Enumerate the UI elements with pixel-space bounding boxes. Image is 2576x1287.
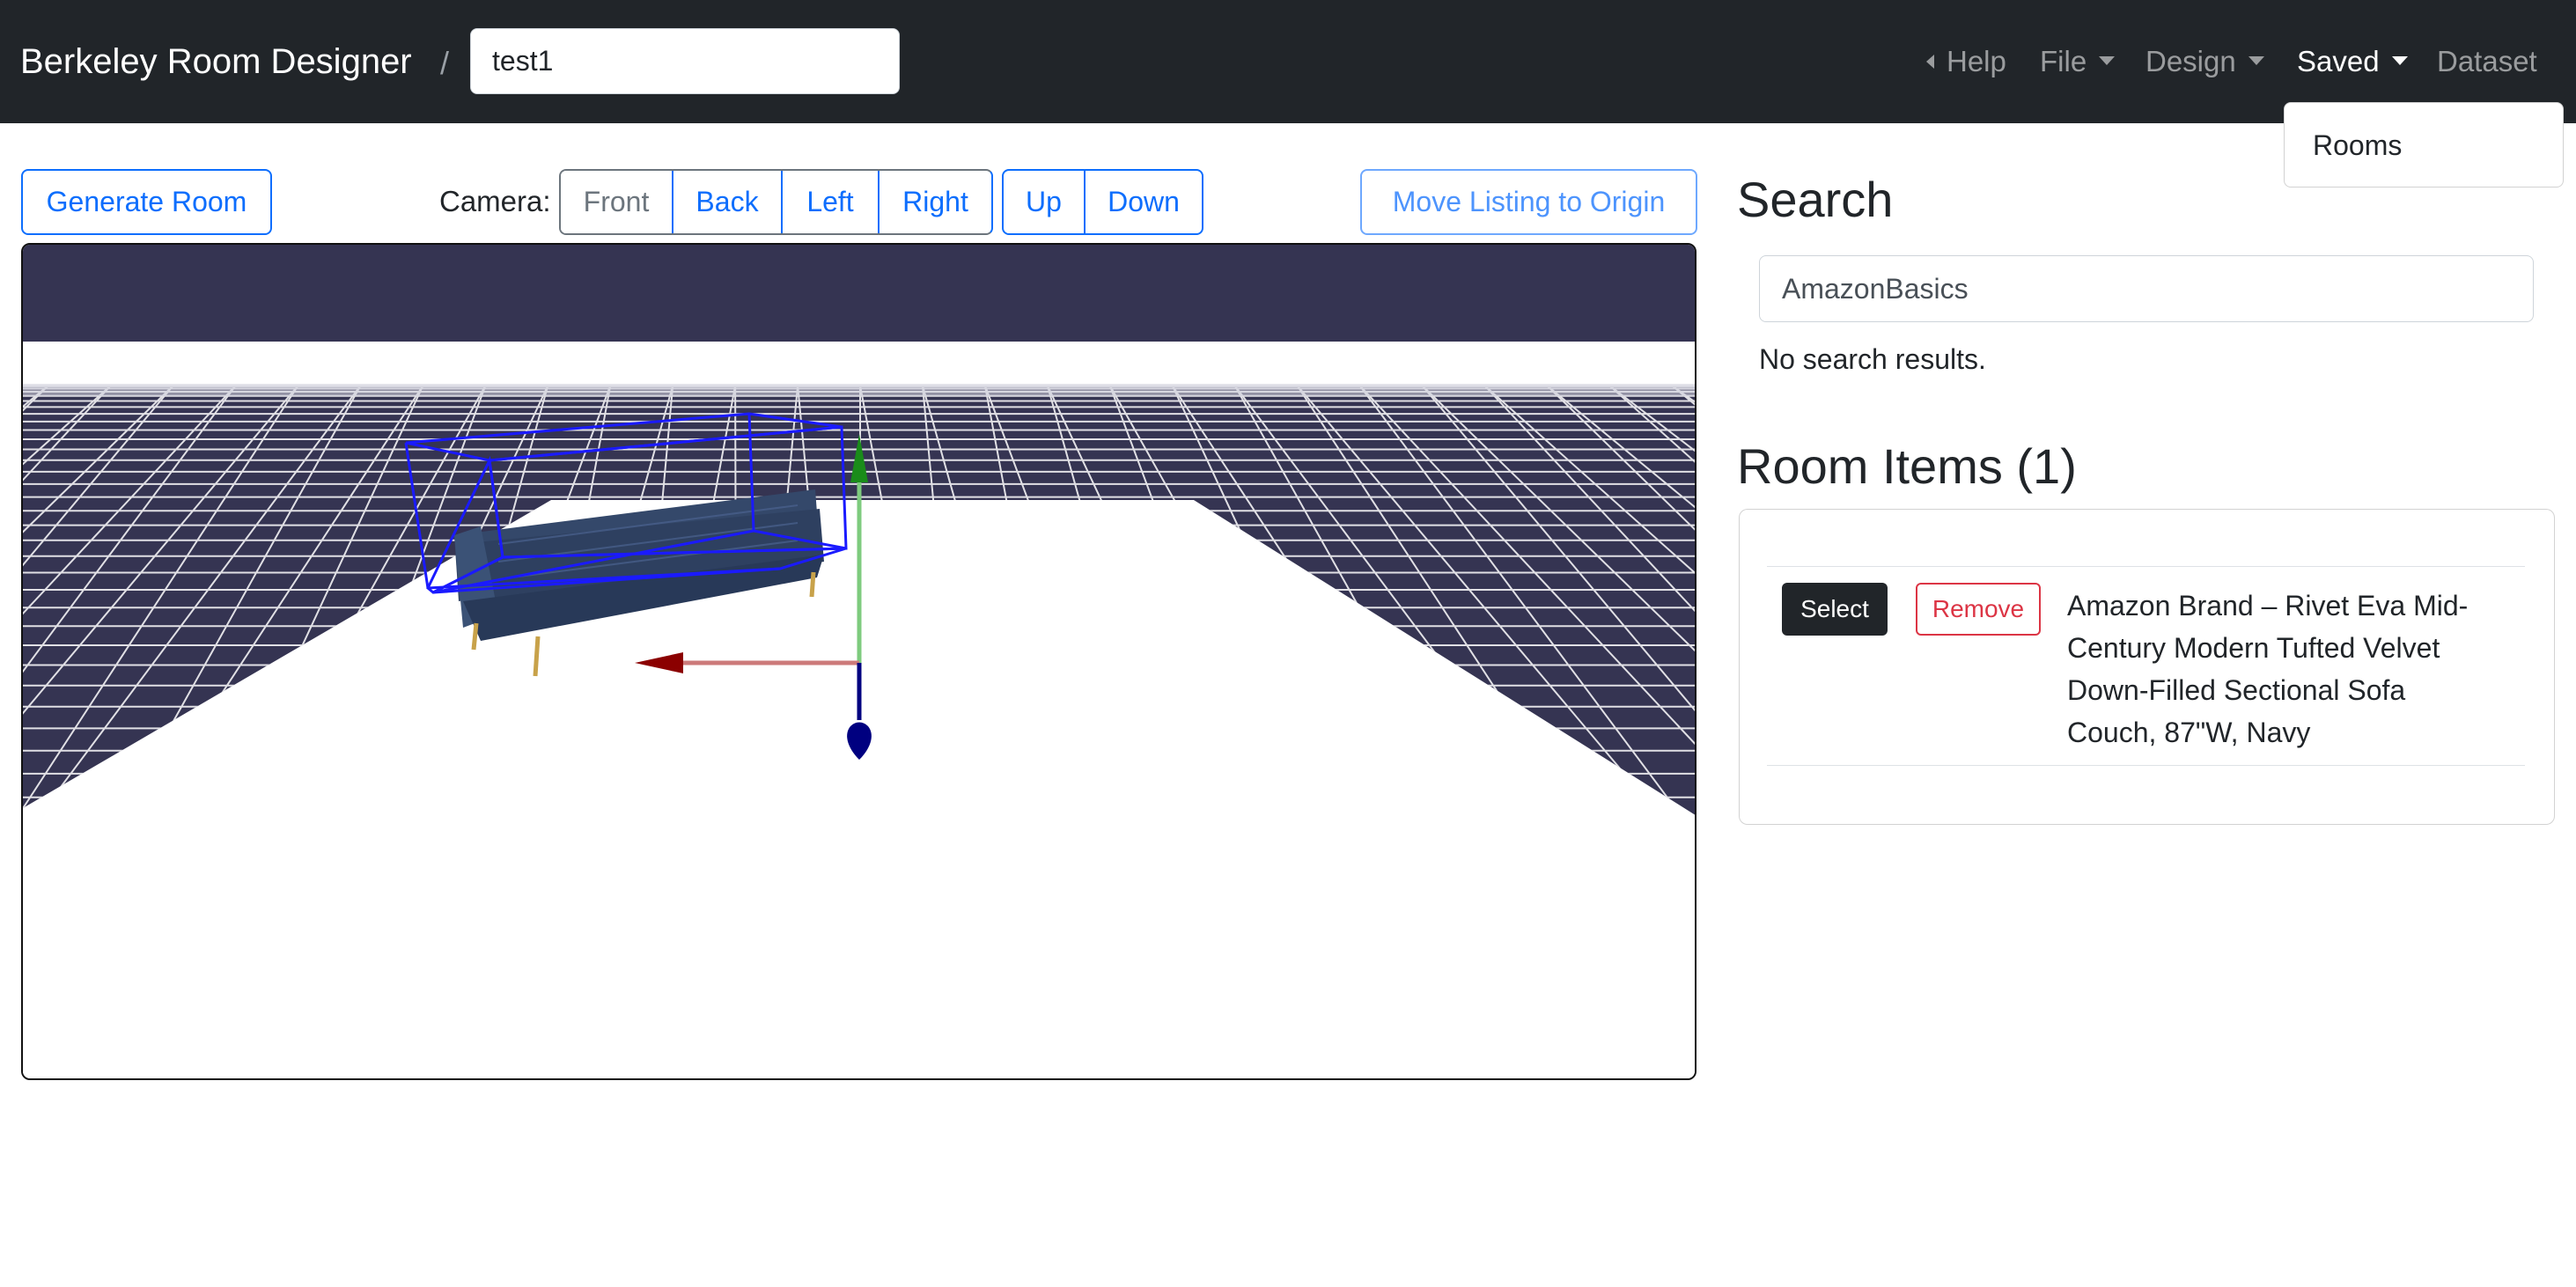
chevron-down-icon <box>2099 56 2116 66</box>
camera-left-button[interactable]: Left <box>783 171 880 233</box>
camera-front-button[interactable]: Front <box>561 171 673 233</box>
scene-canvas <box>23 245 1695 1078</box>
camera-vertical-group: Up Down <box>1002 169 1203 235</box>
camera-right-button[interactable]: Right <box>880 171 991 233</box>
room-3d-viewport[interactable] <box>21 243 1696 1080</box>
remove-item-button[interactable]: Remove <box>1916 583 2041 636</box>
chevron-down-icon <box>2248 56 2264 66</box>
help-toggle[interactable]: Help <box>1926 39 2006 85</box>
list-divider <box>1767 765 2525 766</box>
dropdown-item-rooms[interactable]: Rooms <box>2313 126 2402 165</box>
search-input[interactable] <box>1759 255 2534 322</box>
camera-direction-group: Front Back Left Right <box>559 169 993 235</box>
select-item-button[interactable]: Select <box>1782 583 1888 636</box>
move-listing-to-origin-button[interactable]: Move Listing to Origin <box>1360 169 1697 235</box>
design-menu[interactable]: Design <box>2145 39 2264 85</box>
breadcrumb-separator: / <box>440 45 450 81</box>
search-empty-message: No search results. <box>1759 343 1986 375</box>
item-title: Amazon Brand – Rivet Eva Mid- Century Mo… <box>2067 590 2469 748</box>
camera-back-button[interactable]: Back <box>673 171 783 233</box>
scene-backdrop <box>23 245 1695 342</box>
saved-dropdown-menu: Rooms <box>2284 102 2564 188</box>
saved-menu[interactable]: Saved <box>2297 39 2408 85</box>
camera-up-button[interactable]: Up <box>1004 171 1086 233</box>
room-items-heading: Room Items (1) <box>1737 438 2077 494</box>
dataset-link[interactable]: Dataset <box>2437 39 2537 85</box>
generate-room-button[interactable]: Generate Room <box>21 169 272 235</box>
camera-label: Camera: <box>439 185 551 217</box>
chevron-down-icon <box>2391 56 2408 66</box>
room-name-input[interactable] <box>470 28 900 94</box>
caret-left-icon <box>1926 55 1934 70</box>
top-navbar: Berkeley Room Designer / Help File Desig… <box>0 0 2576 123</box>
camera-down-button[interactable]: Down <box>1086 171 1202 233</box>
search-heading: Search <box>1737 172 1894 227</box>
app-brand[interactable]: Berkeley Room Designer <box>20 39 412 85</box>
list-divider <box>1767 566 2525 567</box>
file-menu[interactable]: File <box>2040 39 2116 85</box>
